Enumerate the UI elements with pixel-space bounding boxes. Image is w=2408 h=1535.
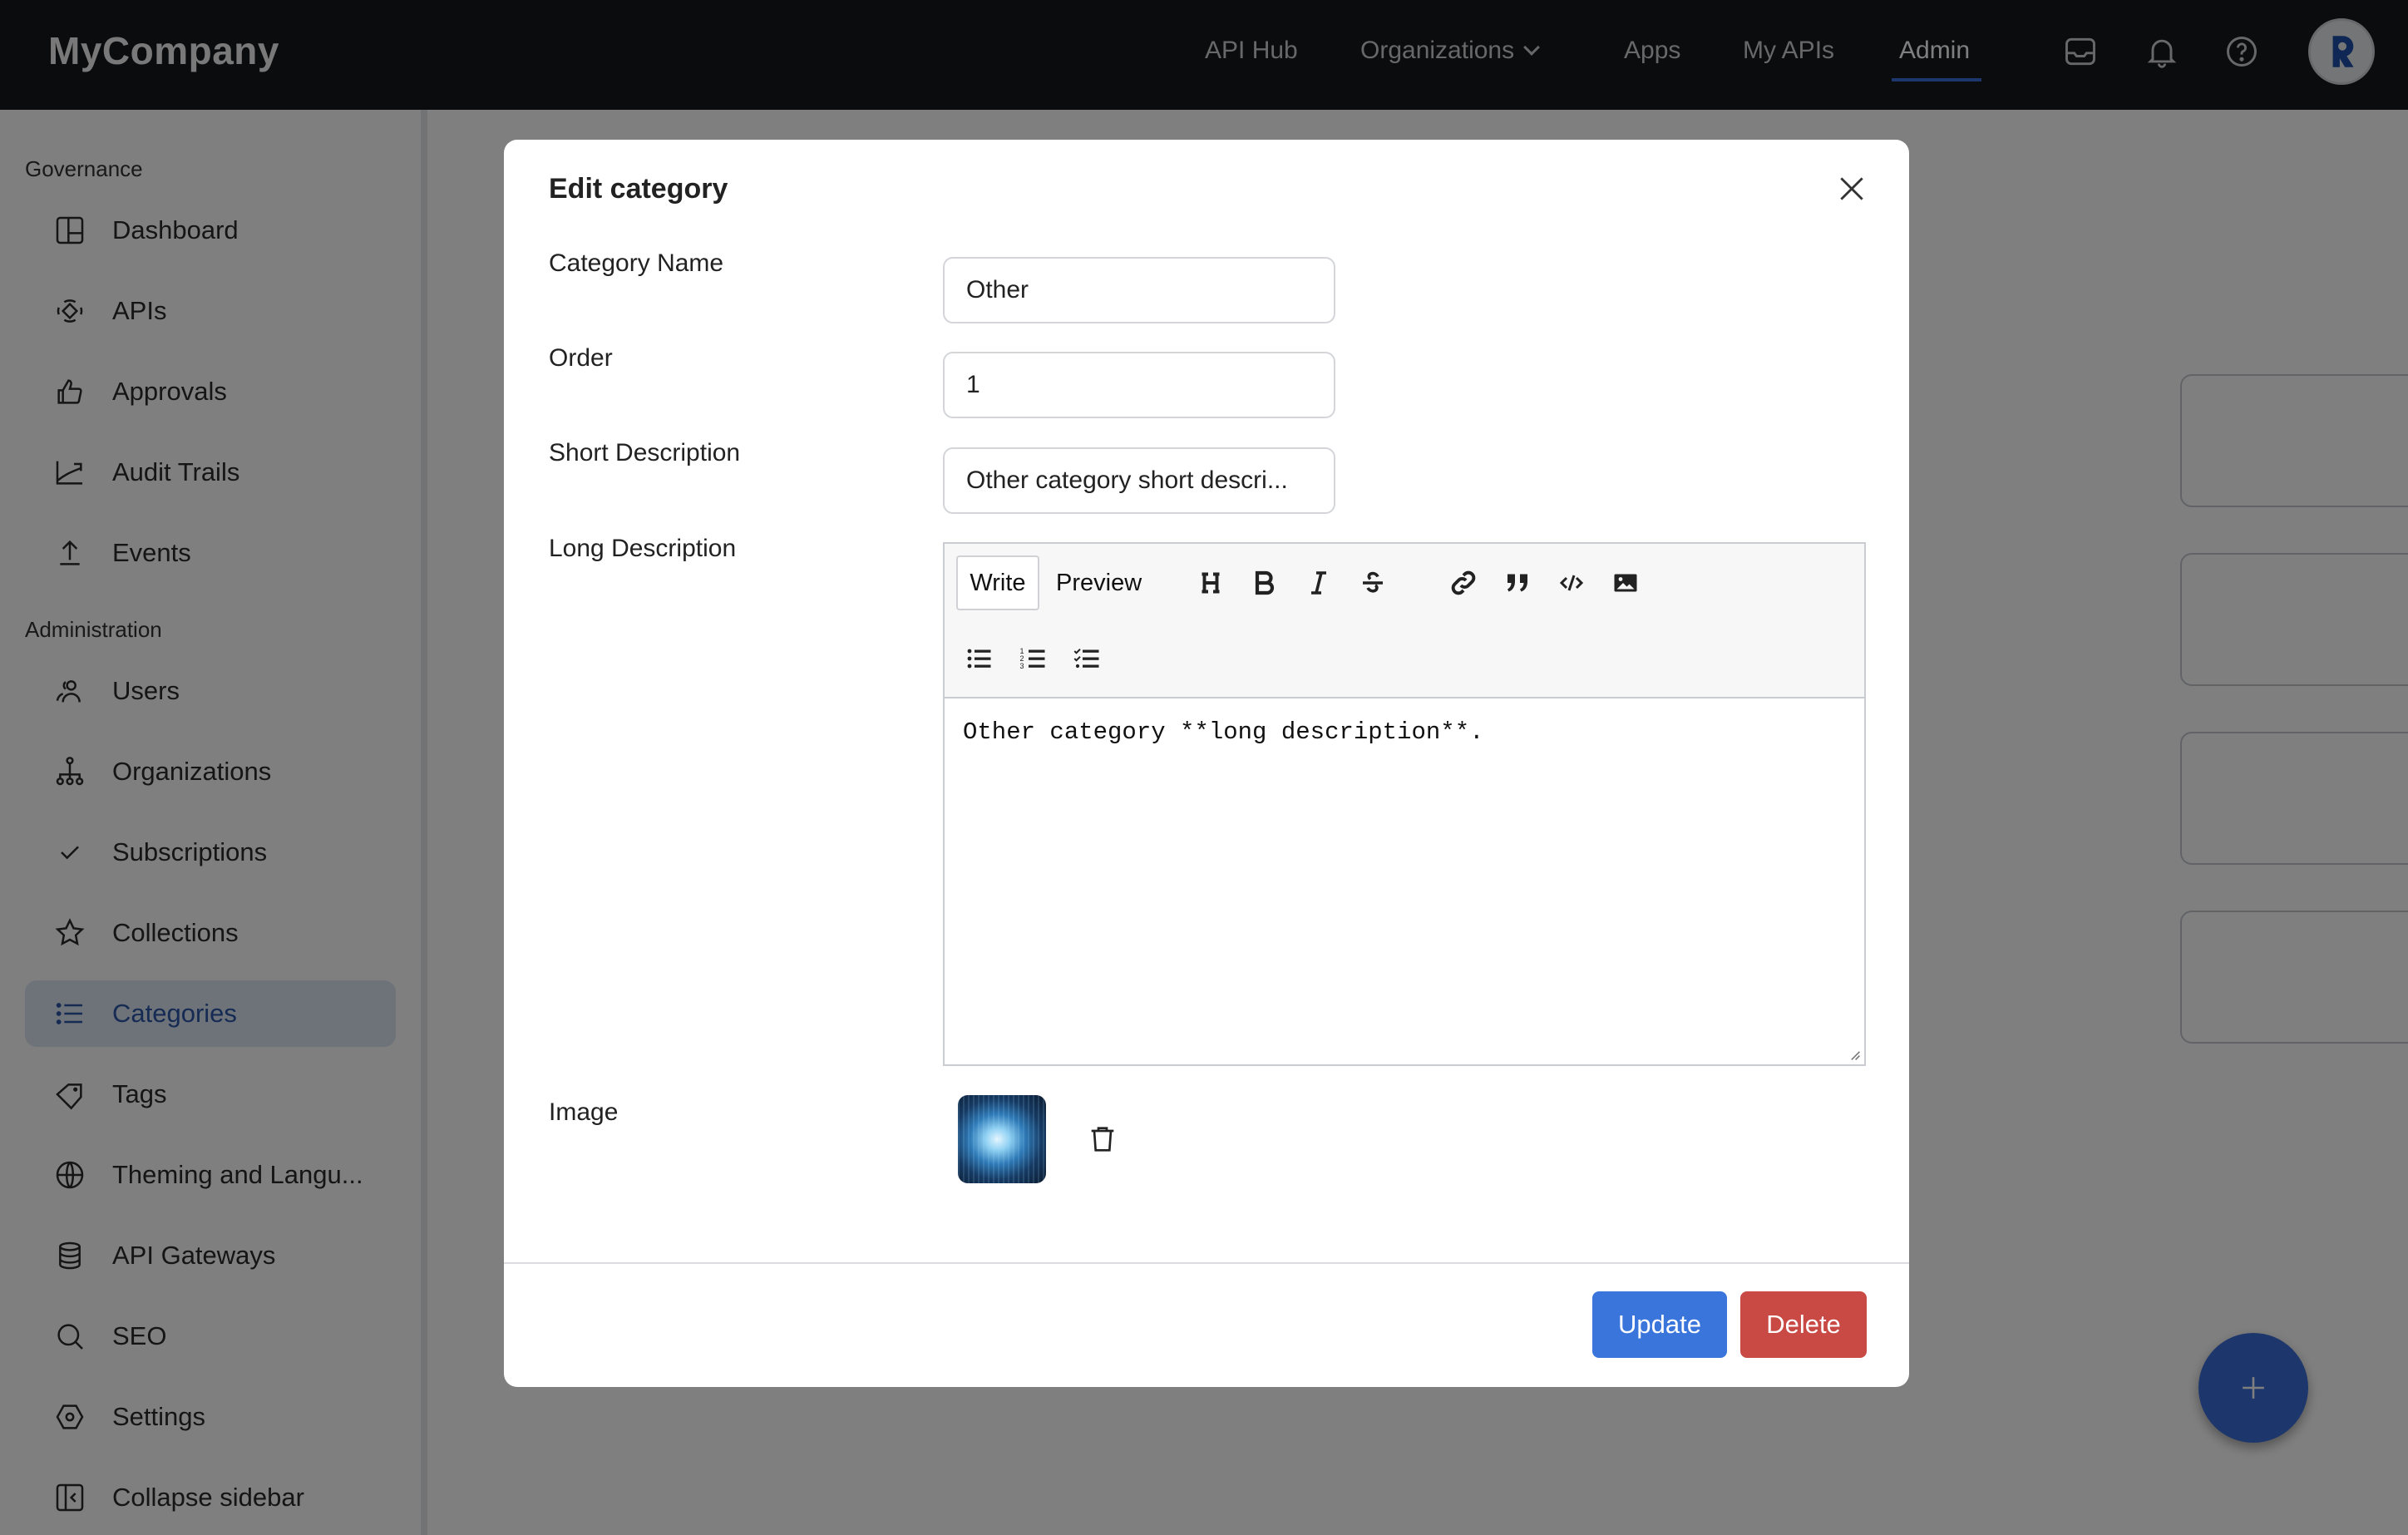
order-input[interactable] bbox=[943, 352, 1335, 418]
delete-button[interactable]: Delete bbox=[1740, 1291, 1867, 1358]
long-description-label: Long Description bbox=[549, 535, 737, 562]
close-icon[interactable] bbox=[1836, 173, 1868, 205]
image-icon bbox=[1614, 574, 1637, 592]
italic-button[interactable] bbox=[1300, 565, 1337, 601]
ordered-list-button[interactable]: 123 bbox=[1015, 640, 1052, 677]
order-label: Order bbox=[549, 344, 613, 372]
category-image-thumbnail bbox=[958, 1095, 1046, 1183]
markdown-editor: Write Preview 1 2 3 Other category **lon… bbox=[943, 542, 1866, 1066]
image-label: Image bbox=[549, 1098, 619, 1126]
editor-toolbar: Write Preview 1 2 3 bbox=[945, 544, 1864, 698]
edit-category-dialog: Edit category Category Name Order Short … bbox=[504, 140, 1909, 1387]
dialog-title: Edit category bbox=[549, 173, 728, 205]
short-description-label: Short Description bbox=[549, 439, 741, 466]
ordered-list-icon: 123 bbox=[1020, 647, 1045, 670]
link-icon bbox=[1451, 570, 1476, 595]
link-button[interactable] bbox=[1445, 565, 1482, 601]
tab-preview[interactable]: Preview bbox=[1056, 555, 1142, 610]
image-button[interactable] bbox=[1607, 565, 1644, 601]
quote-icon bbox=[1507, 574, 1527, 592]
long-description-textarea[interactable]: Other category **long description**. bbox=[945, 700, 1864, 1064]
resize-handle-icon[interactable] bbox=[1848, 1048, 1861, 1061]
heading-button[interactable] bbox=[1192, 565, 1229, 601]
short-description-input[interactable] bbox=[943, 447, 1335, 514]
update-button[interactable]: Update bbox=[1592, 1291, 1727, 1358]
italic-icon bbox=[1311, 571, 1326, 595]
tab-write[interactable]: Write bbox=[956, 555, 1039, 610]
code-button[interactable] bbox=[1553, 565, 1590, 601]
quote-button[interactable] bbox=[1499, 565, 1536, 601]
checked-list-button[interactable] bbox=[1069, 640, 1106, 677]
category-name-input[interactable] bbox=[943, 257, 1335, 323]
dialog-footer-divider bbox=[504, 1262, 1909, 1264]
strikethrough-icon bbox=[1363, 571, 1383, 593]
unordered-list-icon bbox=[967, 649, 991, 669]
unordered-list-button[interactable] bbox=[961, 640, 998, 677]
category-name-label: Category Name bbox=[549, 249, 724, 277]
heading-icon bbox=[1202, 572, 1220, 594]
code-icon bbox=[1559, 575, 1584, 591]
bold-icon bbox=[1255, 570, 1275, 595]
svg-text:3: 3 bbox=[1020, 662, 1024, 670]
checked-list-icon bbox=[1073, 649, 1099, 669]
bold-button[interactable] bbox=[1246, 565, 1283, 601]
strikethrough-button[interactable] bbox=[1354, 565, 1391, 601]
trash-icon[interactable] bbox=[1086, 1123, 1119, 1156]
